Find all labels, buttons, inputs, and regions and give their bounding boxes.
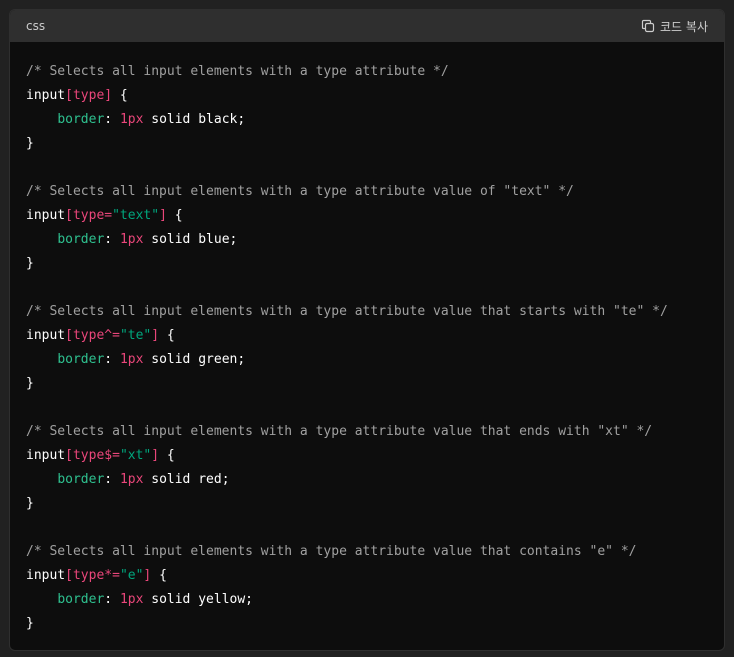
selector-line: input[type] { (26, 84, 708, 108)
selector-operator: = (104, 208, 113, 223)
selector-value: "xt" (119, 448, 152, 463)
brace-close: } (26, 256, 34, 271)
css-value: solid green; (143, 352, 246, 367)
selector-line: input[type*="e"] { (26, 564, 708, 588)
comment-line: /* Selects all input elements with a typ… (26, 300, 708, 324)
brace-close: } (26, 136, 34, 151)
selector-operator: $= (104, 448, 120, 463)
copy-code-label: 코드 복사 (660, 19, 708, 34)
css-value: solid black; (143, 112, 246, 127)
selector-operator: *= (104, 568, 120, 583)
selector-attribute: [type (65, 88, 105, 103)
selector-value: "text" (112, 208, 160, 223)
selector-attribute-close: ] (151, 448, 160, 463)
brace-open: { (166, 208, 183, 223)
brace-close: } (26, 496, 34, 511)
selector-tag: input (26, 328, 66, 343)
brace-open: { (159, 448, 175, 463)
selector-attribute-close: ] (151, 328, 160, 343)
code-comment: /* Selects all input elements with a typ… (26, 304, 668, 319)
selector-attribute: [type (65, 208, 105, 223)
comment-line: /* Selects all input elements with a typ… (26, 180, 708, 204)
comment-line: /* Selects all input elements with a typ… (26, 60, 708, 84)
brace-close-line: } (26, 372, 708, 396)
colon: : (104, 232, 120, 247)
colon: : (104, 592, 120, 607)
code-block: css 코드 복사 /* Selects all input elements … (9, 9, 725, 651)
selector-attribute-close: ] (104, 88, 113, 103)
selector-value: "te" (119, 328, 152, 343)
selector-attribute: [type (65, 448, 105, 463)
css-number: 1px (119, 232, 144, 247)
declaration-line: border: 1px solid yellow; (26, 588, 708, 612)
colon: : (104, 112, 120, 127)
copy-icon (641, 19, 655, 33)
css-number: 1px (119, 112, 144, 127)
selector-operator: ^= (104, 328, 120, 343)
brace-close-line: } (26, 492, 708, 516)
declaration-line: border: 1px solid blue; (26, 228, 708, 252)
colon: : (104, 472, 120, 487)
selector-tag: input (26, 208, 66, 223)
comment-line: /* Selects all input elements with a typ… (26, 420, 708, 444)
code-comment: /* Selects all input elements with a typ… (26, 64, 449, 79)
css-property: border (57, 232, 105, 247)
selector-tag: input (26, 88, 66, 103)
css-number: 1px (119, 352, 144, 367)
css-property: border (57, 472, 105, 487)
declaration-line: border: 1px solid red; (26, 468, 708, 492)
brace-close-line: } (26, 252, 708, 276)
css-number: 1px (119, 472, 144, 487)
brace-close-line: } (26, 132, 708, 156)
language-label: css (26, 19, 46, 33)
css-property: border (57, 352, 105, 367)
selector-attribute-close: ] (159, 208, 167, 223)
code-header: css 코드 복사 (10, 10, 724, 42)
selector-attribute: [type (65, 328, 105, 343)
brace-close: } (26, 376, 34, 391)
copy-code-button[interactable]: 코드 복사 (641, 18, 708, 35)
code-comment: /* Selects all input elements with a typ… (26, 544, 637, 559)
selector-tag: input (26, 568, 66, 583)
selector-line: input[type^="te"] { (26, 324, 708, 348)
declaration-line: border: 1px solid green; (26, 348, 708, 372)
css-value: solid yellow; (143, 592, 253, 607)
declaration-line: border: 1px solid black; (26, 108, 708, 132)
comment-line: /* Selects all input elements with a typ… (26, 540, 708, 564)
css-number: 1px (119, 592, 144, 607)
code-body[interactable]: /* Selects all input elements with a typ… (10, 42, 724, 650)
code-comment: /* Selects all input elements with a typ… (26, 184, 574, 199)
brace-open: { (159, 328, 175, 343)
selector-line: input[type$="xt"] { (26, 444, 708, 468)
css-property: border (57, 112, 105, 127)
selector-tag: input (26, 448, 66, 463)
brace-open: { (112, 88, 128, 103)
css-value: solid red; (143, 472, 230, 487)
brace-close-line: } (26, 612, 708, 636)
selector-attribute: [type (65, 568, 105, 583)
selector-line: input[type="text"] { (26, 204, 708, 228)
css-value: solid blue; (143, 232, 238, 247)
css-property: border (57, 592, 105, 607)
brace-close: } (26, 616, 34, 631)
selector-value: "e" (119, 568, 144, 583)
brace-open: { (151, 568, 167, 583)
code-comment: /* Selects all input elements with a typ… (26, 424, 653, 439)
colon: : (104, 352, 120, 367)
